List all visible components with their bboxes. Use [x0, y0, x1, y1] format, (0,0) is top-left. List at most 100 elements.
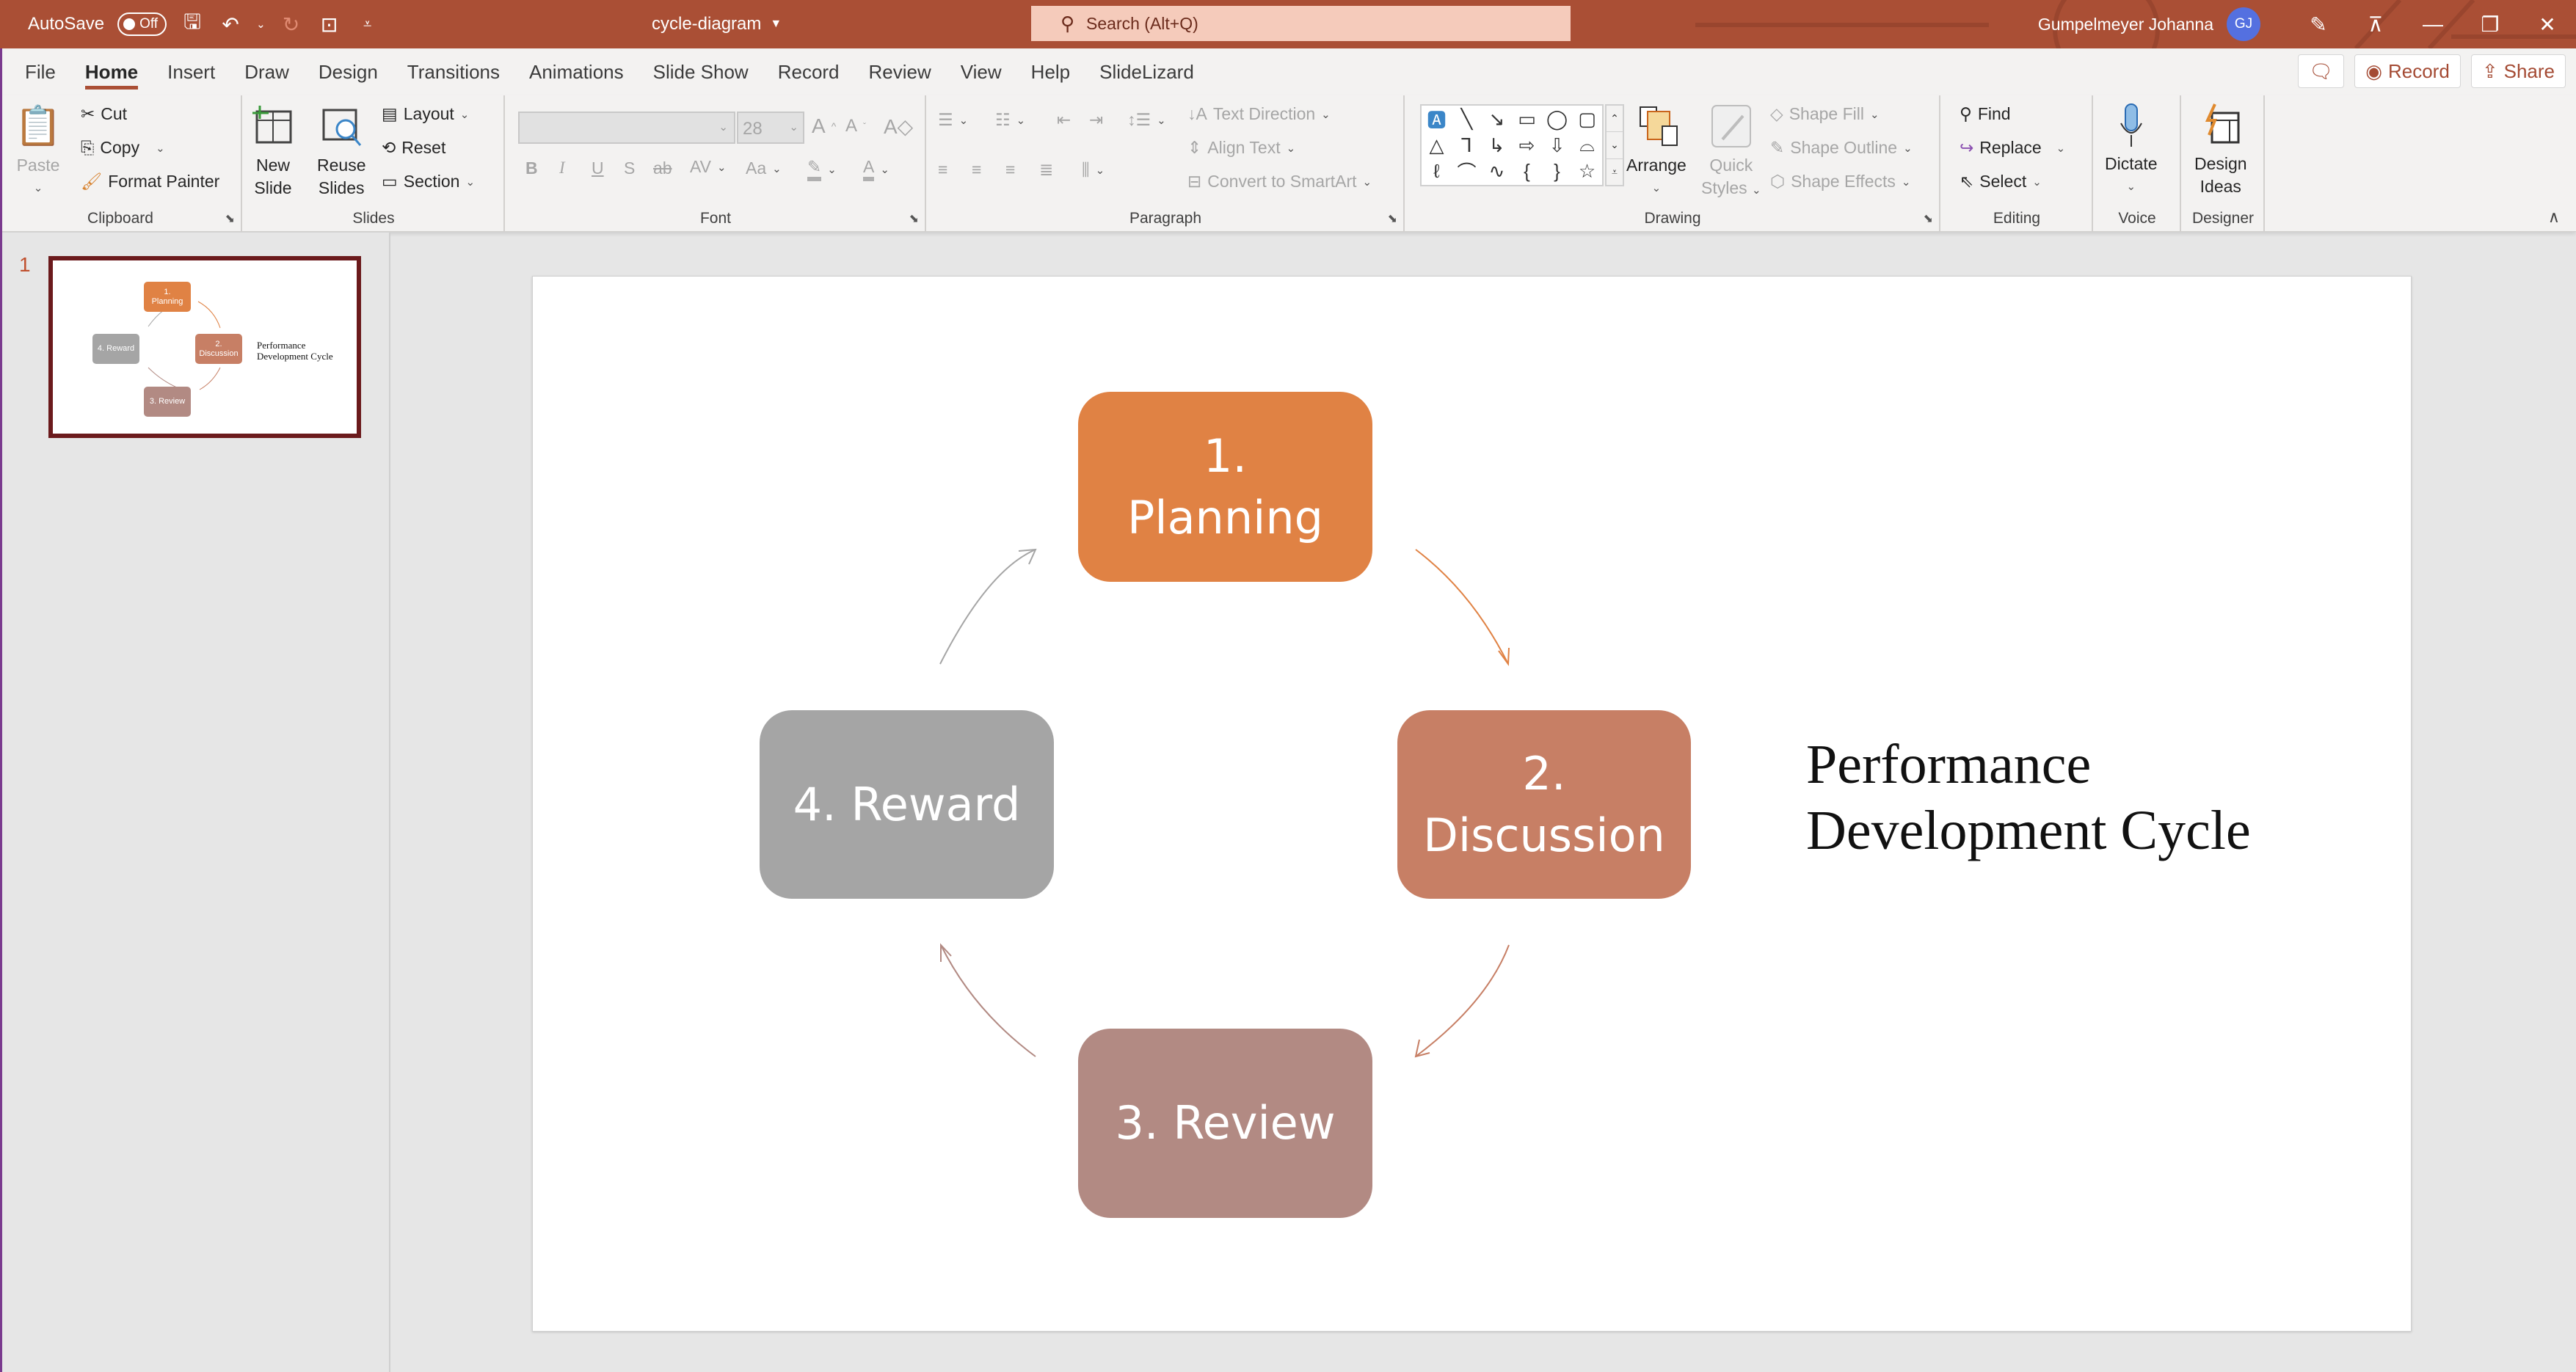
slide-thumbnail[interactable]: 1. Planning 2. Discussion 3. Review 4. Rew… — [48, 256, 361, 438]
left-brace-shape-icon[interactable]: { — [1524, 160, 1530, 183]
dialog-launcher-icon[interactable]: ⬊ — [909, 211, 919, 226]
tab-slidelizard[interactable]: SlideLizard — [1085, 48, 1209, 95]
tab-review[interactable]: Review — [854, 48, 946, 95]
format-painter-button[interactable]: 🖌 Format Painter — [81, 172, 219, 191]
reset-button[interactable]: ⟲ Reset — [382, 138, 445, 158]
numbering-button[interactable]: ☷ ⌄ — [995, 110, 1025, 130]
align-center-button[interactable]: ≡ — [972, 160, 981, 180]
decrease-indent-button[interactable]: ⇤ — [1057, 110, 1071, 130]
textbox-shape-icon[interactable]: 🅰 — [1427, 106, 1446, 133]
collapse-ribbon-icon[interactable]: ∧ — [2548, 208, 2560, 227]
right-arrow-shape-icon[interactable]: ⇨ — [1519, 134, 1535, 157]
grow-font-button[interactable]: A ^ — [812, 114, 836, 138]
select-button[interactable]: ⇖ Select ⌄ — [1960, 172, 2042, 191]
dialog-launcher-icon[interactable]: ⬊ — [1924, 211, 1933, 226]
shape-outline-button[interactable]: ✎ Shape Outline ⌄ — [1770, 138, 1913, 158]
elbow-arrow-icon[interactable]: ↳ — [1489, 134, 1505, 157]
rounded-rect-shape-icon[interactable]: ▢ — [1578, 108, 1596, 131]
shape-fill-button[interactable]: ◇ Shape Fill ⌄ — [1770, 104, 1880, 124]
undo-icon[interactable]: ↶ — [218, 12, 243, 37]
right-brace-shape-icon[interactable]: } — [1554, 160, 1560, 183]
columns-button[interactable]: ⫼ ⌄ — [1082, 160, 1105, 180]
arc-shape-icon[interactable]: ⌒ — [1457, 158, 1476, 185]
freeform-shape-icon[interactable]: ⌓ — [1579, 134, 1595, 157]
gallery-more-icon[interactable]: ⩡ — [1607, 159, 1623, 185]
bold-button[interactable]: B — [525, 158, 538, 178]
italic-button[interactable]: I — [559, 158, 565, 178]
coauthoring-icon[interactable]: ✎ — [2290, 0, 2347, 48]
arrange-button[interactable]: Arrange ⌄ — [1626, 103, 1687, 200]
scribble-shape-icon[interactable]: ℓ — [1433, 160, 1439, 183]
gallery-down-icon[interactable]: ⌄ — [1607, 132, 1623, 159]
shadow-button[interactable]: S — [624, 158, 635, 178]
present-icon[interactable]: ⊡ — [317, 12, 342, 37]
convert-smartart-button[interactable]: ⊟ Convert to SmartArt ⌄ — [1187, 172, 1372, 191]
comments-button[interactable]: 🗨 — [2298, 54, 2345, 88]
font-size-select[interactable]: 28 ⌄ — [737, 112, 804, 144]
dialog-launcher-icon[interactable]: ⬊ — [225, 211, 235, 226]
highlight-button[interactable]: ✎ ⌄ — [807, 157, 837, 181]
align-text-button[interactable]: ⇕ Align Text ⌄ — [1187, 138, 1295, 158]
step-planning[interactable]: 1. Planning — [1078, 392, 1372, 582]
share-button[interactable]: ⇪ Share — [2470, 54, 2566, 88]
strikethrough-button[interactable]: ab — [653, 158, 672, 178]
design-ideas-button[interactable]: Design Ideas — [2194, 101, 2247, 198]
align-left-button[interactable]: ≡ — [938, 160, 947, 180]
minimize-icon[interactable]: — — [2404, 0, 2462, 48]
star-shape-icon[interactable]: ☆ — [1579, 160, 1596, 183]
autosave-toggle[interactable]: Off — [117, 12, 167, 36]
cut-button[interactable]: ✂ Cut — [81, 104, 127, 124]
close-icon[interactable]: ✕ — [2519, 0, 2576, 48]
tab-animations[interactable]: Animations — [514, 48, 638, 95]
replace-button[interactable]: ↪ Replace ⌄ — [1960, 138, 2065, 158]
restore-icon[interactable]: ❐ — [2462, 0, 2519, 48]
bullets-button[interactable]: ☰ ⌄ — [938, 110, 968, 130]
elbow-connector-icon[interactable]: ⅂ — [1461, 134, 1472, 157]
font-name-select[interactable]: ⌄ — [518, 112, 735, 144]
shape-effects-button[interactable]: ⬡ Shape Effects ⌄ — [1770, 172, 1910, 191]
text-direction-button[interactable]: ↓A Text Direction ⌄ — [1187, 104, 1331, 124]
triangle-shape-icon[interactable]: △ — [1430, 134, 1444, 157]
line-shape-icon[interactable]: ╲ — [1461, 108, 1473, 131]
paste-button[interactable]: 📋 Paste ⌄ — [15, 103, 62, 200]
align-right-button[interactable]: ≡ — [1005, 160, 1015, 180]
tab-draw[interactable]: Draw — [230, 48, 304, 95]
tab-slide-show[interactable]: Slide Show — [638, 48, 763, 95]
dialog-launcher-icon[interactable]: ⬊ — [1388, 211, 1397, 226]
shapes-gallery[interactable]: 🅰 ╲ ↘ ▭ ◯ ▢ △ ⅂ ↳ ⇨ ⇩ ⌓ ℓ ⌒ ∿ {} ☆ — [1420, 104, 1604, 186]
step-reward[interactable]: 4. Reward — [760, 710, 1054, 899]
reuse-slides-button[interactable]: Reuse Slides — [317, 103, 365, 200]
arrow-shape-icon[interactable]: ↘ — [1489, 108, 1505, 131]
font-color-button[interactable]: A ⌄ — [863, 157, 889, 181]
tab-view[interactable]: View — [946, 48, 1016, 95]
user-name[interactable]: Gumpelmeyer Johanna — [2038, 15, 2213, 34]
undo-dropdown-icon[interactable]: ⌄ — [256, 18, 266, 31]
gallery-up-icon[interactable]: ⌃ — [1607, 106, 1623, 133]
tab-design[interactable]: Design — [304, 48, 393, 95]
quick-styles-button[interactable]: Quick Styles ⌄ — [1701, 103, 1761, 202]
clear-formatting-button[interactable]: A◇ — [884, 114, 913, 139]
slide-title[interactable]: Performance Development Cycle — [1806, 731, 2251, 864]
justify-button[interactable]: ≣ — [1039, 160, 1053, 180]
tab-help[interactable]: Help — [1016, 48, 1085, 95]
record-button[interactable]: ◉ Record — [2354, 54, 2461, 88]
document-title[interactable]: cycle-diagram ▼ — [652, 0, 782, 48]
tab-transitions[interactable]: Transitions — [393, 48, 514, 95]
line-spacing-button[interactable]: ↕☰ ⌄ — [1127, 110, 1166, 130]
tab-insert[interactable]: Insert — [153, 48, 230, 95]
ribbon-display-icon[interactable]: ⊼ — [2347, 0, 2404, 48]
find-button[interactable]: ⚲ Find — [1960, 104, 2011, 124]
slide-canvas[interactable]: 1. Planning 2. Discussion 3. Review 4. Rew… — [532, 276, 2412, 1332]
down-arrow-shape-icon[interactable]: ⇩ — [1549, 134, 1565, 157]
tab-file[interactable]: File — [10, 48, 70, 95]
new-slide-button[interactable]: New Slide — [251, 103, 295, 200]
layout-button[interactable]: ▤ Layout ⌄ — [382, 104, 469, 124]
increase-indent-button[interactable]: ⇥ — [1089, 110, 1103, 130]
curve-shape-icon[interactable]: ∿ — [1489, 160, 1505, 183]
change-case-button[interactable]: Aa ⌄ — [746, 158, 782, 178]
step-discussion[interactable]: 2. Discussion — [1397, 710, 1691, 899]
rectangle-shape-icon[interactable]: ▭ — [1518, 108, 1536, 131]
char-spacing-button[interactable]: AV ⌄ — [690, 157, 727, 177]
step-review[interactable]: 3. Review — [1078, 1029, 1372, 1218]
underline-button[interactable]: U — [592, 158, 604, 178]
